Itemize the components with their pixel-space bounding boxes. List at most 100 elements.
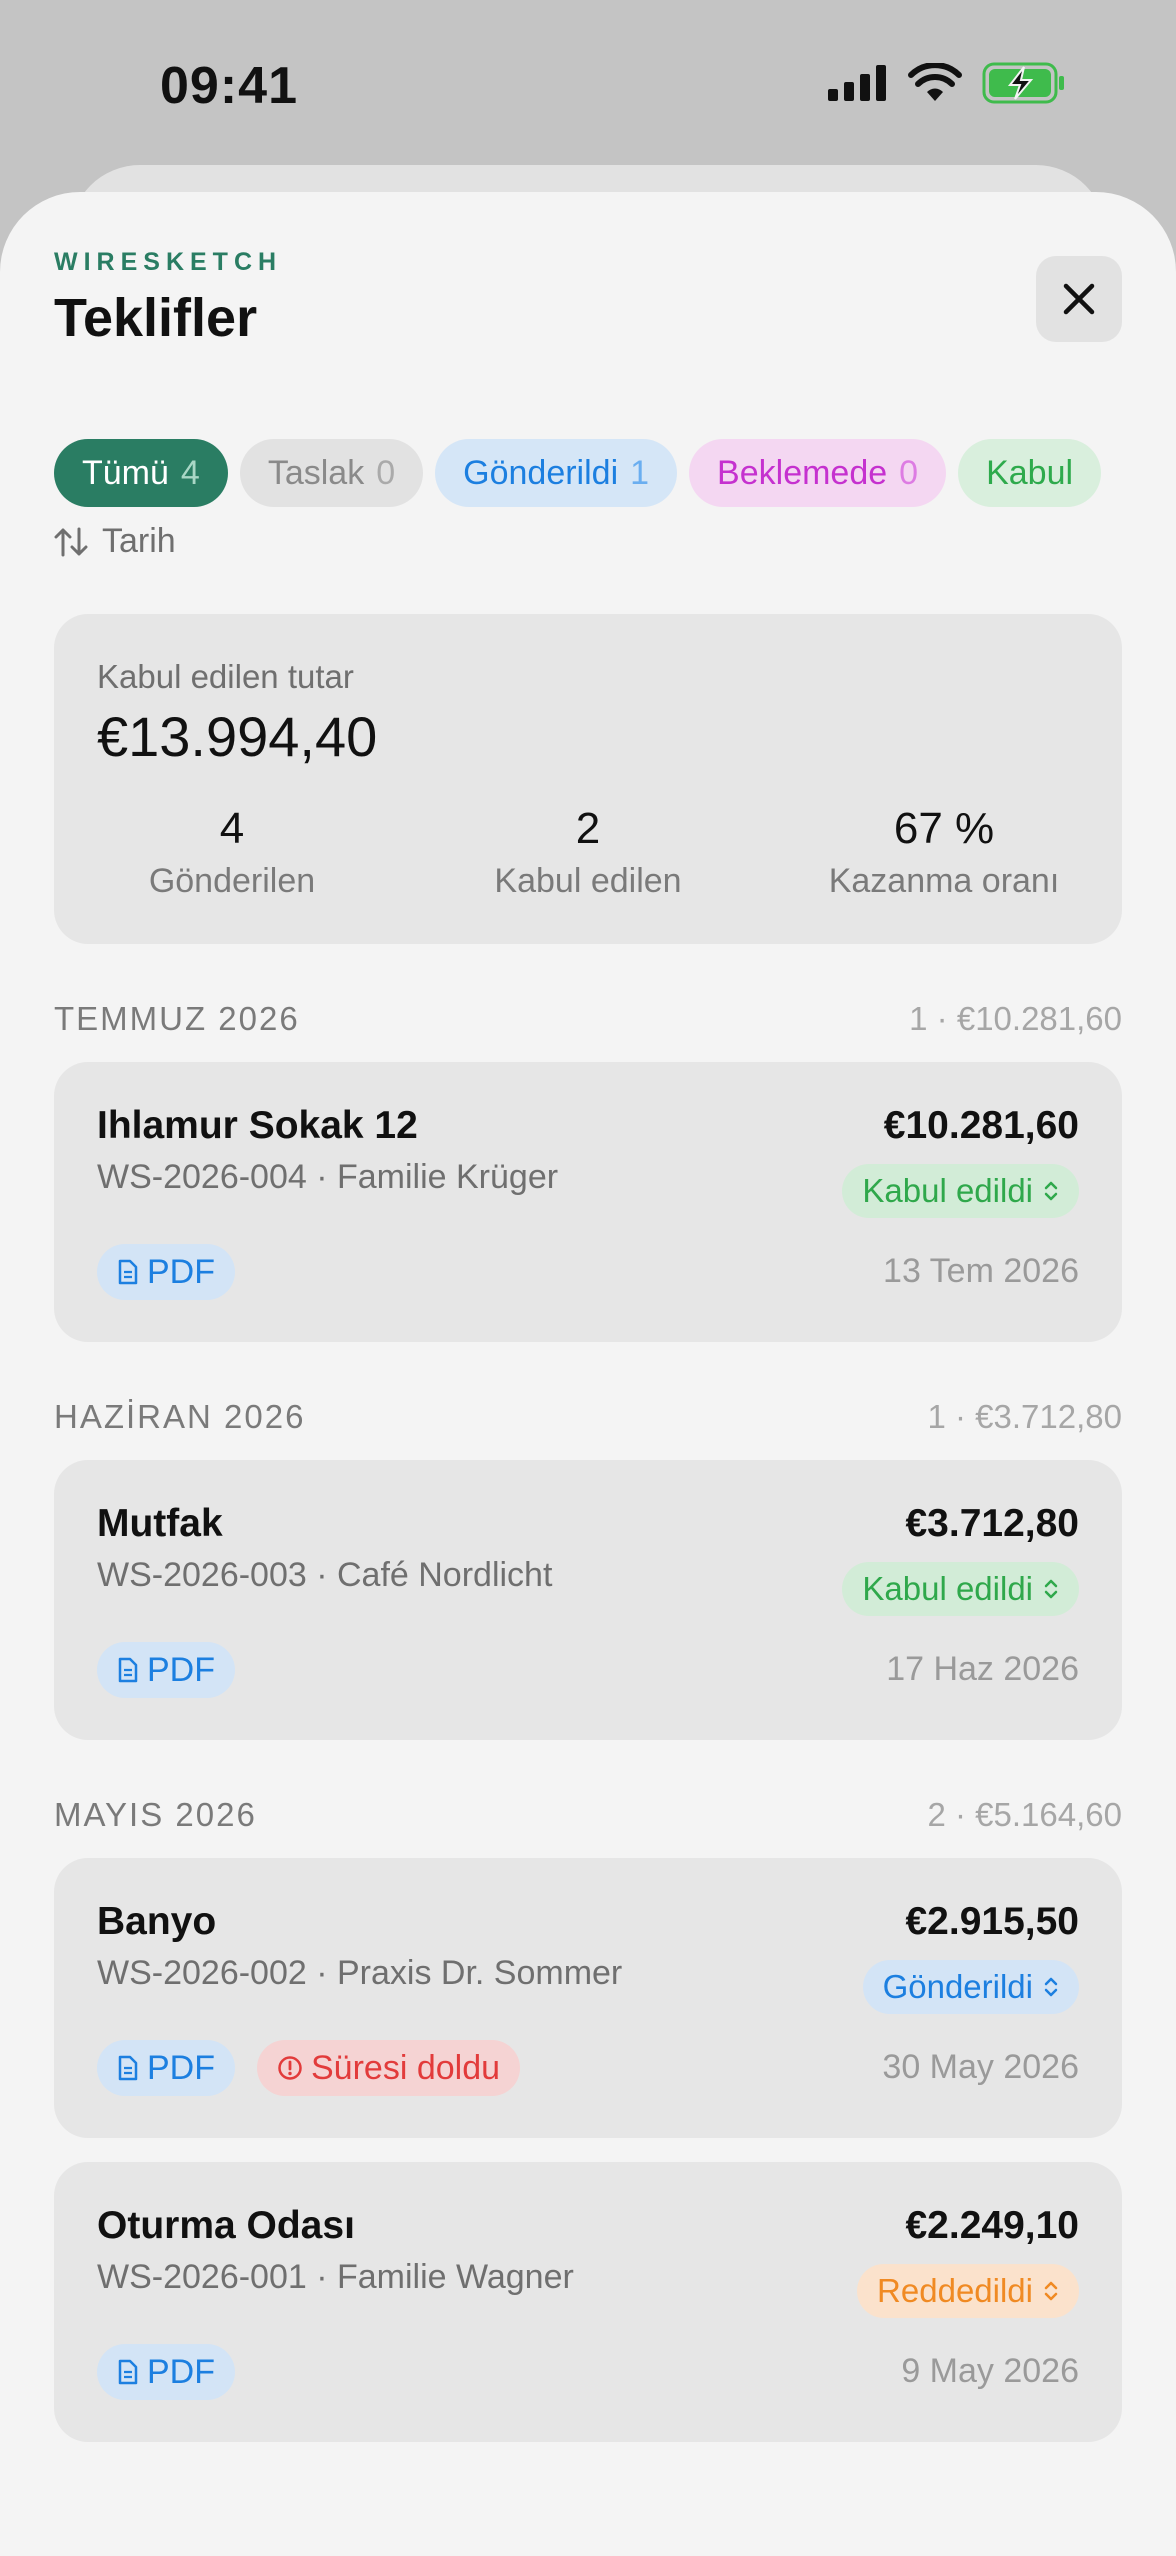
stat-value: 2 (575, 804, 601, 853)
quote-date: 13 Tem 2026 (883, 1252, 1079, 1290)
summary-stats: 4 Gönderilen 2 Kabul edilen 67 % Kazanma… (54, 804, 1122, 901)
filter-chip-count: 1 (630, 453, 650, 492)
page-title: Teklifler (54, 288, 258, 348)
quote-date: 17 Haz 2026 (886, 1650, 1079, 1688)
battery-charging-icon (982, 62, 1064, 104)
pdf-label: PDF (147, 1650, 215, 1689)
quote-subtitle: WS-2026-002 · Praxis Dr. Sommer (97, 1954, 623, 1992)
stat-label: Gönderilen (148, 862, 316, 900)
wifi-icon (908, 63, 962, 101)
quote-title: Mutfak (97, 1502, 223, 1545)
quote-subtitle: WS-2026-004 · Familie Krüger (97, 1158, 559, 1196)
filter-chip-accepted[interactable]: Kabul (958, 439, 1102, 507)
filter-chips: Tümü 4 Taslak 0 Gönderildi 1 Beklemede 0… (54, 439, 1122, 507)
status-picker[interactable]: Kabul edildi (842, 1562, 1079, 1616)
chevron-updown-icon (1044, 2281, 1058, 2301)
status-icons (828, 62, 1066, 104)
filter-chip-label: Kabul (986, 453, 1074, 492)
status-time: 09:41 (160, 57, 298, 115)
stat-win-rate: 67 % Kazanma oranı (766, 804, 1122, 901)
status-label: Reddedildi (877, 2272, 1033, 2309)
quote-tags: PDF (97, 1244, 235, 1300)
quote-title: Ihlamur Sokak 12 (97, 1104, 418, 1147)
quote-date: 9 May 2026 (901, 2352, 1079, 2390)
document-icon (118, 2359, 138, 2385)
status-picker[interactable]: Kabul edildi (842, 1164, 1079, 1218)
section-header: MAYIS 2026 2 · €5.164,60 (54, 1796, 1122, 1834)
pdf-label: PDF (147, 1252, 215, 1291)
stat-label: Kazanma oranı (828, 862, 1060, 900)
quote-amount: €10.281,60 (883, 1104, 1079, 1147)
stat-sent: 4 Gönderilen (54, 804, 410, 901)
sort-label: Tarih (102, 522, 176, 560)
quote-tags: PDF Süresi doldu (97, 2040, 521, 2096)
pdf-button[interactable]: PDF (97, 2040, 235, 2096)
document-icon (118, 2055, 138, 2081)
expired-badge: Süresi doldu (257, 2040, 521, 2096)
quote-tags: PDF (97, 2344, 235, 2400)
status-label: Kabul edildi (862, 1172, 1033, 1209)
quote-card[interactable]: Oturma Odası WS-2026-001 · Familie Wagne… (54, 2162, 1122, 2442)
section-title: HAZİRAN 2026 (54, 1398, 306, 1435)
stat-value: 67 % (893, 804, 995, 853)
sort-icon (54, 527, 88, 556)
summary-label: Kabul edilen tutar (97, 658, 354, 695)
stat-label: Kabul edilen (494, 862, 682, 900)
quote-card[interactable]: Ihlamur Sokak 12 WS-2026-004 · Familie K… (54, 1062, 1122, 1342)
chevron-updown-icon (1044, 1977, 1058, 1997)
status-label: Kabul edildi (862, 1570, 1033, 1607)
quote-date: 30 May 2026 (882, 2048, 1079, 2086)
stat-value: 4 (219, 804, 245, 853)
filter-chip-label: Tümü (82, 453, 169, 492)
summary-amount: €13.994,40 (97, 705, 378, 768)
filter-chip-label: Taslak (267, 453, 365, 492)
quote-card[interactable]: Banyo WS-2026-002 · Praxis Dr. Sommer €2… (54, 1858, 1122, 2138)
quote-amount: €2.915,50 (905, 1900, 1079, 1943)
section-summary: 1 · €3.712,80 (927, 1398, 1123, 1435)
quote-subtitle: WS-2026-001 · Familie Wagner (97, 2258, 574, 2296)
quote-card[interactable]: Mutfak WS-2026-003 · Café Nordlicht €3.7… (54, 1460, 1122, 1740)
pdf-button[interactable]: PDF (97, 1642, 235, 1698)
pdf-button[interactable]: PDF (97, 1244, 235, 1300)
status-label: Gönderildi (882, 1968, 1033, 2005)
filter-chip-count: 0 (899, 453, 919, 492)
status-bar: 09:41 (0, 0, 1176, 170)
section-summary: 2 · €5.164,60 (927, 1796, 1123, 1833)
section-header: TEMMUZ 2026 1 · €10.281,60 (54, 1000, 1122, 1038)
pdf-button[interactable]: PDF (97, 2344, 235, 2400)
status-picker[interactable]: Reddedildi (857, 2264, 1079, 2318)
section-title: MAYIS 2026 (54, 1796, 257, 1833)
quote-amount: €3.712,80 (905, 1502, 1079, 1545)
section-title: TEMMUZ 2026 (54, 1000, 300, 1037)
filter-chip-sent[interactable]: Gönderildi 1 (435, 439, 678, 507)
document-icon (118, 1657, 138, 1683)
pdf-label: PDF (147, 2048, 215, 2087)
stat-accepted: 2 Kabul edilen (410, 804, 766, 901)
section-header: HAZİRAN 2026 1 · €3.712,80 (54, 1398, 1122, 1436)
filter-chip-pending[interactable]: Beklemede 0 (689, 439, 947, 507)
quote-title: Banyo (97, 1900, 217, 1943)
filter-chip-draft[interactable]: Taslak 0 (239, 439, 424, 507)
quote-tags: PDF (97, 1642, 235, 1698)
summary-card: Kabul edilen tutar €13.994,40 4 Gönderil… (54, 614, 1122, 944)
document-icon (118, 1259, 138, 1285)
section-summary: 1 · €10.281,60 (909, 1000, 1122, 1037)
signal-icon (828, 65, 886, 101)
alert-circle-icon (278, 2056, 302, 2080)
quote-title: Oturma Odası (97, 2204, 355, 2247)
filter-chip-count: 4 (180, 453, 200, 492)
filter-chip-all[interactable]: Tümü 4 (54, 439, 228, 507)
quote-amount: €2.249,10 (905, 2204, 1079, 2247)
close-button[interactable] (1036, 256, 1122, 342)
close-icon (1063, 283, 1095, 315)
chevron-updown-icon (1044, 1181, 1058, 1201)
chevron-updown-icon (1044, 1579, 1058, 1599)
filter-chip-label: Beklemede (717, 453, 888, 492)
sort-button[interactable]: Tarih (54, 522, 176, 561)
filter-chip-label: Gönderildi (463, 453, 619, 492)
pdf-label: PDF (147, 2352, 215, 2391)
brand-label: WIRESKETCH (54, 248, 283, 276)
status-picker[interactable]: Gönderildi (862, 1960, 1079, 2014)
filter-chip-count: 0 (376, 453, 396, 492)
expired-label: Süresi doldu (311, 2048, 501, 2087)
